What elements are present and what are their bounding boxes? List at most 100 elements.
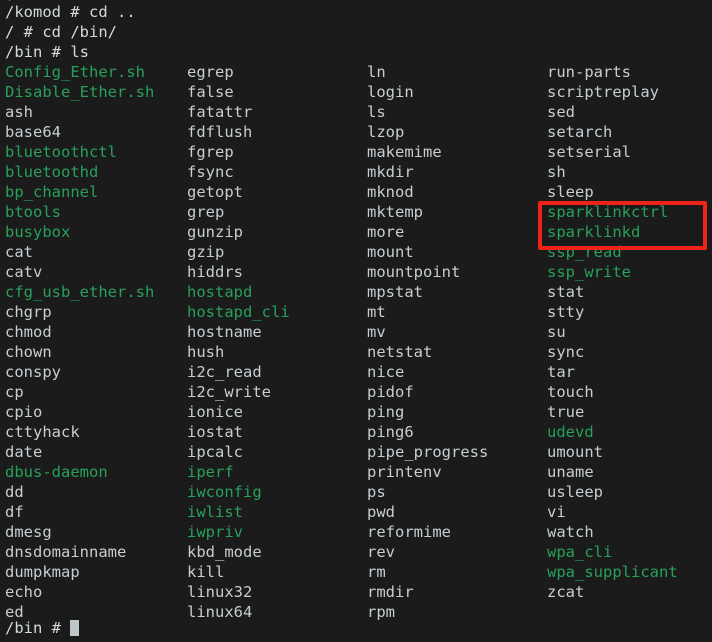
listing-entry: watch <box>547 523 594 541</box>
listing-entry: mktemp <box>367 203 423 221</box>
listing-entry: btools <box>5 203 61 221</box>
listing-entry: pidof <box>367 383 414 401</box>
prompt-text: /bin # <box>5 619 71 637</box>
listing-entry: wpa_cli <box>547 543 613 561</box>
listing-entry: gunzip <box>187 223 243 241</box>
listing-entry: linux32 <box>187 583 253 601</box>
listing-entry: usleep <box>547 483 603 501</box>
listing-entry: false <box>187 83 234 101</box>
listing-entry: kill <box>187 563 225 581</box>
listing-entry: touch <box>547 383 594 401</box>
listing-entry: rm <box>367 563 386 581</box>
listing-entry: df <box>5 503 24 521</box>
listing-entry: tar <box>547 363 575 381</box>
listing-entry: getopt <box>187 183 243 201</box>
listing-entry: mt <box>367 303 386 321</box>
listing-entry: fatattr <box>187 103 253 121</box>
listing-entry: iperf <box>187 463 234 481</box>
listing-entry: ping6 <box>367 423 414 441</box>
listing-entry: cttyhack <box>5 423 80 441</box>
listing-entry: mpstat <box>367 283 423 301</box>
listing-entry: uname <box>547 463 594 481</box>
text-cursor <box>70 620 80 636</box>
listing-entry: run-parts <box>547 63 631 81</box>
listing-entry: dumpkmap <box>5 563 80 581</box>
listing-entry: cat <box>5 243 33 261</box>
listing-entry: rev <box>367 543 395 561</box>
listing-entry: busybox <box>5 223 71 241</box>
listing-entry: hostapd_cli <box>187 303 290 321</box>
listing-entry: ping <box>367 403 405 421</box>
listing-entry: true <box>547 403 585 421</box>
prompt-line-cd-up: /komod # cd .. <box>5 3 136 21</box>
listing-entry: sed <box>547 103 575 121</box>
listing-entry: chown <box>5 343 52 361</box>
listing-entry: dnsdomainname <box>5 543 127 561</box>
listing-entry: i2c_write <box>187 383 271 401</box>
prompt-line-active[interactable]: /bin # <box>5 618 80 638</box>
listing-entry: printenv <box>367 463 442 481</box>
listing-entry: iwlist <box>187 503 243 521</box>
listing-entry: mknod <box>367 183 414 201</box>
listing-entry: fsync <box>187 163 234 181</box>
listing-entry: bp_channel <box>5 183 99 201</box>
prompt-line-cd-bin: / # cd /bin/ <box>5 23 117 41</box>
listing-entry: fdflush <box>187 123 253 141</box>
listing-entry: Disable_Ether.sh <box>5 83 155 101</box>
listing-entry: more <box>367 223 405 241</box>
listing-entry: stty <box>547 303 585 321</box>
prompt-line-ls: /bin # ls <box>5 43 89 61</box>
listing-entry: chmod <box>5 323 52 341</box>
listing-entry: dmesg <box>5 523 52 541</box>
listing-entry: sleep <box>547 183 594 201</box>
listing-entry: udevd <box>547 423 594 441</box>
listing-entry: kbd_mode <box>187 543 262 561</box>
listing-entry: setserial <box>547 143 631 161</box>
terminal-window[interactable]: . /komod # cd .. / # cd /bin/ /bin # ls … <box>0 0 712 642</box>
listing-entry: su <box>547 323 566 341</box>
listing-entry: sync <box>547 343 585 361</box>
listing-entry: hush <box>187 343 225 361</box>
listing-entry: makemime <box>367 143 442 161</box>
listing-entry: umount <box>547 443 603 461</box>
listing-entry: bluetoothd <box>5 163 99 181</box>
listing-entry: echo <box>5 583 43 601</box>
listing-entry: ash <box>5 103 33 121</box>
listing-entry: egrep <box>187 63 234 81</box>
listing-entry: scriptreplay <box>547 83 659 101</box>
listing-entry: lzop <box>367 123 405 141</box>
listing-entry: ionice <box>187 403 243 421</box>
listing-entry: dbus-daemon <box>5 463 108 481</box>
listing-entry: rpm <box>367 603 395 621</box>
listing-entry: reformime <box>367 523 451 541</box>
listing-entry: dd <box>5 483 24 501</box>
listing-entry: cfg_usb_ether.sh <box>5 283 155 301</box>
listing-entry: base64 <box>5 123 61 141</box>
listing-entry: conspy <box>5 363 61 381</box>
listing-entry: cpio <box>5 403 43 421</box>
listing-entry: ps <box>367 483 386 501</box>
listing-entry: linux64 <box>187 603 253 621</box>
listing-entry: netstat <box>367 343 433 361</box>
listing-column-2: egrep false fatattr fdflush fgrep fsync getopt… <box>187 62 367 622</box>
listing-entry: login <box>367 83 414 101</box>
listing-entry: chgrp <box>5 303 52 321</box>
listing-entry: hostapd <box>187 283 253 301</box>
listing-entry: bluetoothctl <box>5 143 117 161</box>
listing-entry: fgrep <box>187 143 234 161</box>
listing-entry: setarch <box>547 123 613 141</box>
listing-entry: sparklinkctrl <box>547 203 669 221</box>
listing-entry: date <box>5 443 43 461</box>
listing-entry: ssp_write <box>547 263 631 281</box>
listing-entry: iostat <box>187 423 243 441</box>
listing-entry: sparklinkd <box>547 223 641 241</box>
listing-entry: pipe_progress <box>367 443 489 461</box>
listing-entry: sh <box>547 163 566 181</box>
listing-entry: iwpriv <box>187 523 243 541</box>
listing-entry: ssp_read <box>547 243 622 261</box>
listing-entry: mountpoint <box>367 263 461 281</box>
listing-entry: cp <box>5 383 24 401</box>
listing-entry: ln <box>367 63 386 81</box>
listing-entry: nice <box>367 363 405 381</box>
listing-entry: ls <box>367 103 386 121</box>
